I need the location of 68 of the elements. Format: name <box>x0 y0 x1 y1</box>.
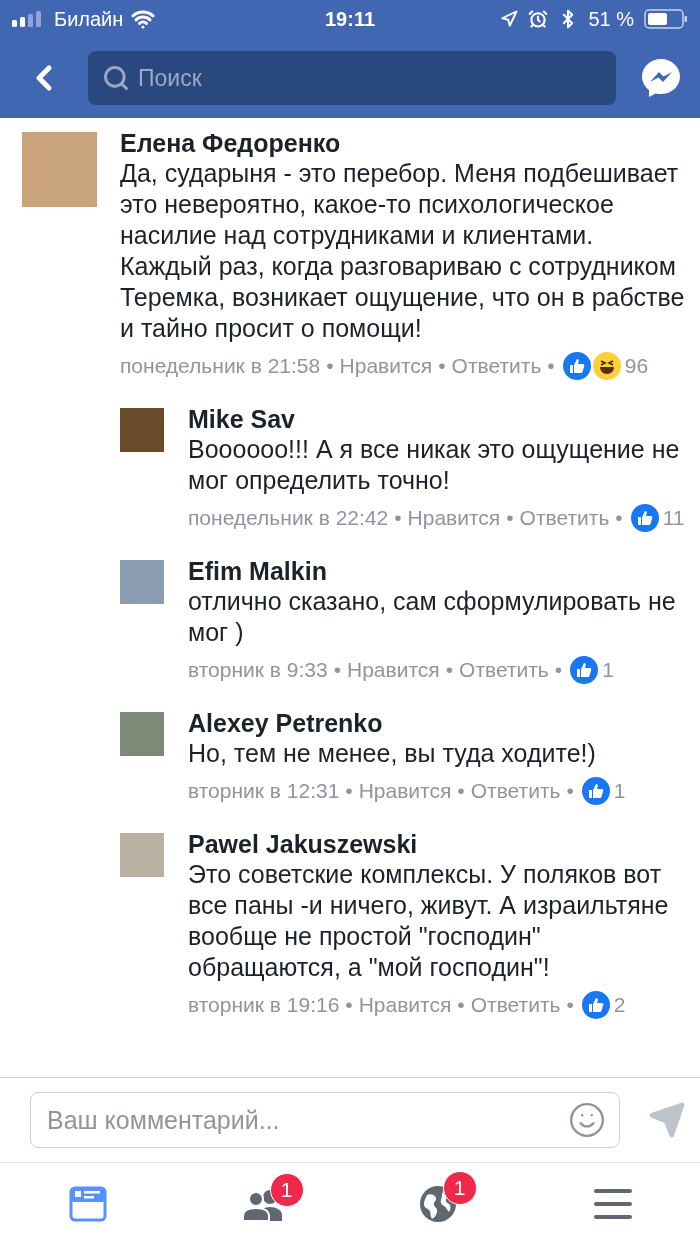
comment-author[interactable]: Alexey Petrenko <box>188 708 690 738</box>
separator-dot: • <box>445 657 454 683</box>
reaction-count[interactable]: 1 <box>602 656 614 684</box>
like-link[interactable]: Нравится <box>407 504 501 532</box>
notifications-tab[interactable]: 1 <box>350 1163 525 1245</box>
reply-link[interactable]: Ответить <box>470 991 561 1019</box>
avatar-photo[interactable] <box>120 712 164 756</box>
comment-text: отлично сказано, сам сформулировать не мог ) <box>188 586 677 648</box>
like-link[interactable]: Нравится <box>347 656 440 684</box>
avatar-photo[interactable] <box>22 132 97 207</box>
reply-link[interactable]: Ответить <box>459 656 549 684</box>
comment-time: вторник в 12:31 <box>188 778 340 804</box>
reaction-count[interactable]: 96 <box>624 352 649 380</box>
comment-text: Но, тем не менее, вы туда ходите!) <box>188 738 597 769</box>
search-icon <box>102 64 130 92</box>
reaction-count[interactable]: 2 <box>613 991 626 1019</box>
separator-dot: • <box>615 505 623 531</box>
separator-dot: • <box>566 778 574 804</box>
location-arrow-icon <box>500 10 519 28</box>
reply-link[interactable]: Ответить <box>470 777 561 805</box>
notification-badge: 1 <box>442 1171 477 1205</box>
comment-time: вторник в 19:16 <box>188 992 340 1018</box>
like-link[interactable]: Нравится <box>358 777 452 805</box>
search-field[interactable]: Поиск <box>88 51 616 105</box>
avatar-photo[interactable] <box>120 560 164 604</box>
reply-link[interactable]: Ответить <box>519 504 610 532</box>
comment-author[interactable]: Efim Malkin <box>188 556 690 586</box>
separator-dot: • <box>345 992 353 1018</box>
like-link[interactable]: Нравится <box>358 991 452 1019</box>
separator-dot: • <box>547 353 555 379</box>
friends-tab[interactable]: 1 <box>175 1163 350 1245</box>
reaction-count[interactable]: 11 <box>662 504 685 532</box>
notification-badge: 1 <box>269 1173 304 1207</box>
separator-dot: • <box>345 778 353 804</box>
comment-author[interactable]: Елена Федоренко <box>120 128 690 158</box>
reply-link[interactable]: Ответить <box>451 352 542 380</box>
separator-dot: • <box>566 992 574 1018</box>
news-feed-icon <box>68 1186 107 1222</box>
emoji-icon[interactable] <box>568 1101 606 1139</box>
comment-author[interactable]: Pawel Jakuszewski <box>188 829 690 859</box>
comment-author[interactable]: Mike Sav <box>188 404 690 434</box>
send-icon[interactable] <box>648 1101 686 1139</box>
like-link[interactable]: Нравится <box>339 352 433 380</box>
menu-icon <box>593 1188 632 1220</box>
comment-time: понедельник в 21:58 <box>120 353 321 379</box>
battery-icon <box>644 9 688 29</box>
messenger-icon[interactable] <box>640 57 682 99</box>
separator-dot: • <box>554 657 563 683</box>
separator-dot: • <box>506 505 514 531</box>
comment-input-field[interactable]: Ваш комментарий... <box>30 1092 620 1148</box>
comment-time: вторник в 9:33 <box>188 657 328 683</box>
reaction-count[interactable]: 1 <box>613 777 626 805</box>
avatar-photo[interactable] <box>120 408 164 452</box>
separator-dot: • <box>333 657 341 683</box>
separator-dot: • <box>326 353 334 379</box>
comment-text: Boooooo!!! А я все никак это ощущение не мог определить точно! <box>188 434 681 496</box>
separator-dot: • <box>438 353 446 379</box>
separator-dot: • <box>457 992 465 1018</box>
carrier-name: Билайн <box>54 7 124 31</box>
comment-text: Это советские комплексы. У поляков вот все паны -и ничего, живут. А израильтяне вообще не простой "господин" обращаются, а "мой господин"! <box>188 859 670 983</box>
comment-time: понедельник в 22:42 <box>188 505 389 531</box>
comment-text: Да, сударыня - это перебор. Меня подбешивает это невероятно, какое-то психологическое насилие над сотрудниками и клиентами. Каждый раз, когда разговариваю с сотрудником Теремка, возникает ощущение, что он в рабстве и тайно просит о помощи! <box>120 158 686 344</box>
clock-time: 19:11 <box>324 7 376 31</box>
separator-dot: • <box>457 778 465 804</box>
battery-percentage: 51 % <box>588 7 634 31</box>
separator-dot: • <box>394 505 402 531</box>
alarm-icon <box>528 9 549 29</box>
avatar-photo[interactable] <box>120 833 164 877</box>
